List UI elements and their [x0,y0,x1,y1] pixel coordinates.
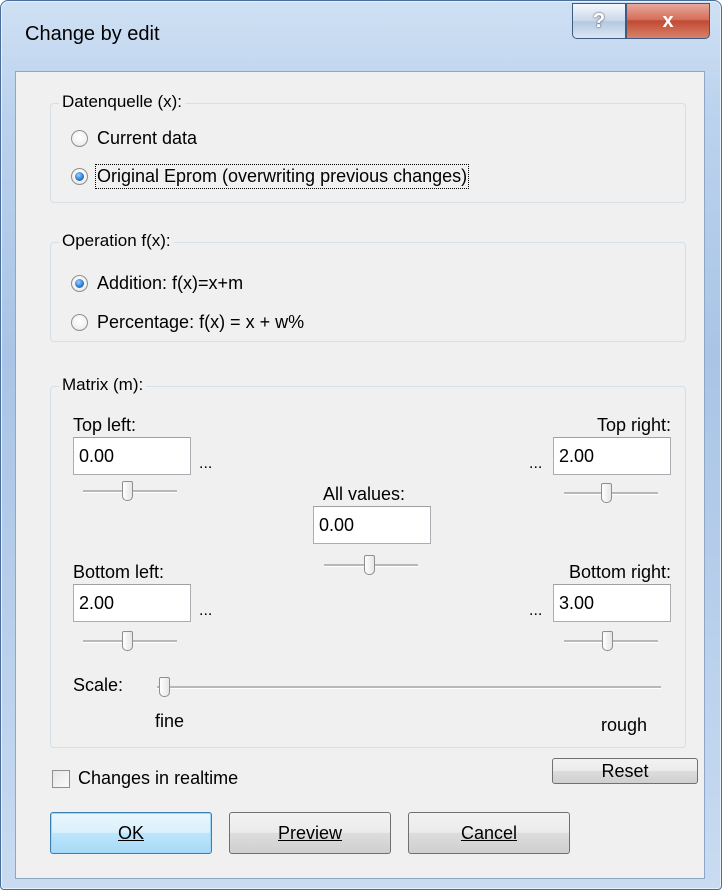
all-values-slider-thumb[interactable] [364,555,375,575]
cancel-button-label: Cancel [460,822,518,843]
scale-label: Scale: [73,675,124,695]
matrix-group: Matrix (m): Top left: ... Top right: ...… [50,375,686,748]
bottom-right-ellipsis: ... [529,602,543,619]
scale-max-label: rough [601,715,648,735]
datasource-group-title: Datenquelle (x): [59,92,186,112]
top-right-ellipsis: ... [529,455,543,472]
operation-group: Operation f(x): Addition: f(x)=x+m Perce… [50,231,686,342]
bottom-left-slider-thumb[interactable] [122,631,133,651]
preview-button-label: Preview [277,822,343,843]
scale-slider-track [157,686,661,689]
realtime-checkbox[interactable] [52,769,70,788]
scale-slider-thumb[interactable] [159,677,170,697]
radio-original-eprom-label: Original Eprom (overwriting previous cha… [94,164,470,189]
top-left-slider-thumb[interactable] [122,481,133,501]
help-icon: ? [592,9,606,32]
top-right-slider-thumb[interactable] [601,483,612,503]
all-values-label: All values: [323,484,406,504]
radio-original-eprom-circle[interactable] [71,168,88,185]
reset-button[interactable]: Reset [552,758,698,784]
reset-button-label: Reset [601,760,649,781]
radio-addition-label: Addition: f(x)=x+m [97,273,244,293]
help-button[interactable]: ? [572,3,626,39]
all-values-slider[interactable] [324,555,418,575]
datasource-group: Datenquelle (x): Current data Original E… [50,92,686,203]
title-bar[interactable]: Change by edit ? x [1,1,721,71]
radio-addition-circle[interactable] [71,275,88,292]
realtime-checkbox-label: Changes in realtime [78,768,239,788]
radio-percentage-circle[interactable] [71,314,88,331]
ok-button-label: OK [117,822,144,843]
bottom-right-slider[interactable] [564,631,658,651]
radio-percentage-label: Percentage: f(x) = x + w% [97,312,305,332]
preview-button[interactable]: Preview [229,812,391,854]
all-values-input[interactable] [313,506,431,544]
top-left-ellipsis: ... [199,455,213,472]
close-icon: x [662,9,674,32]
cancel-button[interactable]: Cancel [408,812,570,854]
ok-button[interactable]: OK [50,812,212,854]
bottom-right-label: Bottom right: [568,562,671,582]
dialog-client-area: Datenquelle (x): Current data Original E… [15,71,705,879]
bottom-left-slider[interactable] [83,631,177,651]
radio-original-eprom[interactable]: Original Eprom (overwriting previous cha… [71,164,470,189]
radio-current-data-circle[interactable] [71,130,88,147]
operation-group-title: Operation f(x): [59,231,174,251]
top-left-input[interactable] [73,437,191,475]
top-right-slider[interactable] [564,483,658,503]
close-button[interactable]: x [626,3,710,39]
scale-slider[interactable] [157,677,661,697]
scale-min-label: fine [155,711,185,731]
top-right-input[interactable] [553,437,671,475]
top-right-label: Top right: [596,415,671,435]
matrix-group-title: Matrix (m): [59,375,147,395]
bottom-left-input[interactable] [73,584,191,622]
top-left-slider[interactable] [83,481,177,501]
window-title: Change by edit [25,23,160,45]
bottom-right-input[interactable] [553,584,671,622]
dialog-window: Change by edit ? x Datenquelle (x): Curr… [0,0,722,890]
radio-percentage[interactable]: Percentage: f(x) = x + w% [71,312,304,333]
radio-current-data-label: Current data [97,128,198,148]
radio-addition[interactable]: Addition: f(x)=x+m [71,273,243,294]
top-left-label: Top left: [73,415,137,435]
bottom-right-slider-thumb[interactable] [602,631,613,651]
bottom-left-label: Bottom left: [73,562,165,582]
realtime-checkbox-row[interactable]: Changes in realtime [52,768,238,789]
radio-current-data[interactable]: Current data [71,128,197,149]
bottom-left-ellipsis: ... [199,602,213,619]
